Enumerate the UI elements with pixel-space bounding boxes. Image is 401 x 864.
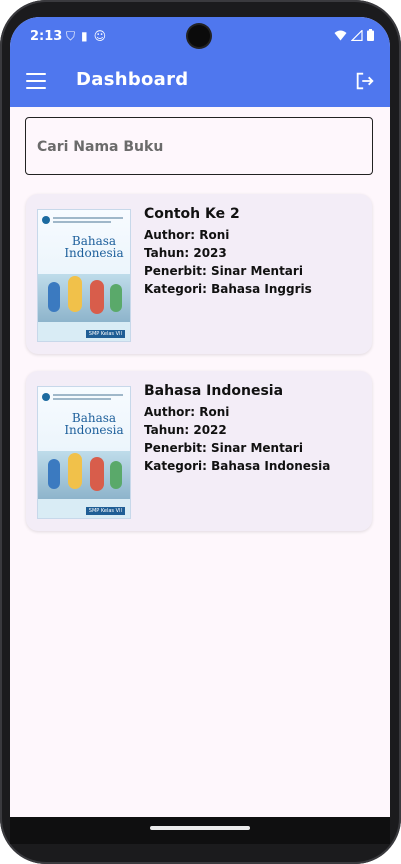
- search-input[interactable]: Cari Nama Buku: [25, 117, 373, 175]
- book-year: Tahun: 2022: [144, 423, 227, 437]
- book-publisher: Penerbit: Sinar Mentari: [144, 441, 303, 455]
- book-title: Contoh Ke 2: [144, 206, 240, 222]
- book-author: Author: Roni: [144, 405, 230, 419]
- app-bar: Dashboard: [10, 59, 390, 107]
- book-publisher: Penerbit: Sinar Mentari: [144, 264, 303, 278]
- book-year: Tahun: 2023: [144, 246, 227, 260]
- battery-icon: [367, 29, 374, 41]
- logout-icon[interactable]: [354, 70, 376, 92]
- book-author: Author: Roni: [144, 228, 230, 242]
- book-category: Kategori: Bahasa Inggris: [144, 282, 312, 296]
- status-system-icons: [334, 29, 374, 41]
- home-gesture-handle[interactable]: [150, 826, 250, 830]
- book-cover-image: Bahasa Indonesia SMP Kelas VII: [37, 209, 131, 342]
- search-placeholder: Cari Nama Buku: [37, 139, 164, 155]
- navigation-bar: [10, 817, 390, 844]
- book-card[interactable]: Bahasa Indonesia SMP Kelas VII Bahasa In…: [26, 371, 372, 531]
- menu-icon[interactable]: [26, 73, 46, 89]
- status-time: 2:13: [30, 29, 63, 44]
- page-title: Dashboard: [76, 69, 189, 90]
- book-category: Kategori: Bahasa Indonesia: [144, 459, 331, 473]
- book-cover-image: Bahasa Indonesia SMP Kelas VII: [37, 386, 131, 519]
- cover-badge: SMP Kelas VII: [85, 330, 125, 338]
- status-bar: 2:13 ⛉ ▮ ☺: [10, 17, 390, 59]
- book-info: Bahasa Indonesia Author: Roni Tahun: 202…: [144, 383, 330, 475]
- phone-frame: 2:13 ⛉ ▮ ☺ Dashboard Cari Nama Buku Baha…: [0, 0, 401, 864]
- signal-icon: [351, 29, 363, 41]
- status-notification-icons: ⛉ ▮ ☺: [66, 29, 106, 44]
- front-camera: [188, 25, 210, 47]
- cover-title: Bahasa Indonesia: [64, 234, 124, 260]
- wifi-icon: [334, 30, 347, 40]
- shield-icon: ⛉: [66, 29, 76, 43]
- sim-icon: ▮: [81, 29, 88, 43]
- smiley-icon: ☺: [93, 29, 107, 43]
- cover-badge: SMP Kelas VII: [85, 507, 125, 515]
- book-card[interactable]: Bahasa Indonesia SMP Kelas VII Contoh Ke…: [26, 194, 372, 354]
- book-info: Contoh Ke 2 Author: Roni Tahun: 2023 Pen…: [144, 206, 312, 298]
- app-screen: 2:13 ⛉ ▮ ☺ Dashboard Cari Nama Buku Baha…: [10, 17, 390, 844]
- cover-title: Bahasa Indonesia: [64, 411, 124, 437]
- book-title: Bahasa Indonesia: [144, 383, 284, 399]
